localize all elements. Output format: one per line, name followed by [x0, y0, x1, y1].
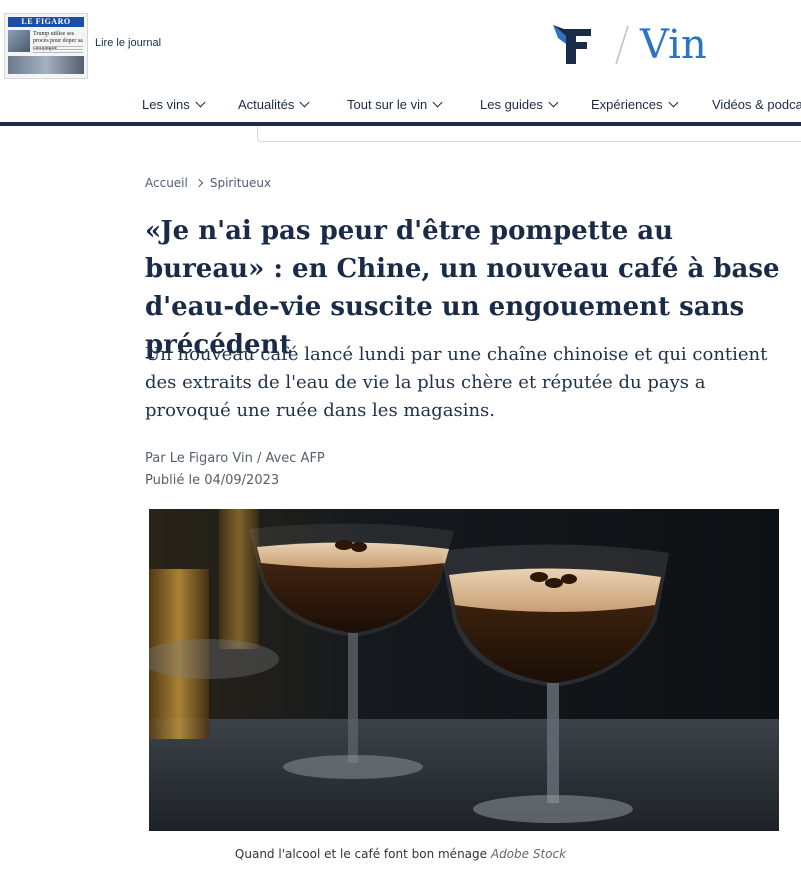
newspaper-cover-thumbnail[interactable]: LE FIGARO Trump utilise ses procès pour …	[4, 13, 88, 79]
read-journal-link[interactable]: Lire le journal	[95, 37, 161, 49]
chevron-down-icon	[299, 97, 310, 108]
nav-item-les-vins[interactable]: Les vins	[142, 92, 206, 118]
chevron-down-icon	[432, 97, 443, 108]
nav-item-experiences[interactable]: Expériences	[591, 92, 678, 118]
image-credit: Adobe Stock	[490, 847, 567, 861]
cover-text-lines	[33, 46, 83, 54]
chevron-right-icon	[194, 178, 204, 188]
chevron-down-icon	[195, 97, 206, 108]
breadcrumb-home[interactable]: Accueil	[145, 176, 188, 190]
cover-photo	[8, 30, 30, 52]
brand-logo[interactable]: Vin	[550, 18, 720, 70]
newspaper-masthead: LE FIGARO	[8, 17, 84, 27]
nav-item-tout-sur-le-vin[interactable]: Tout sur le vin	[347, 92, 443, 118]
chevron-down-icon	[668, 97, 678, 108]
breadcrumb: Accueil Spiritueux	[145, 176, 271, 190]
dropdown-panel-edge	[257, 126, 801, 142]
main-nav: Les vins Actualités Tout sur le vin Les …	[0, 92, 801, 120]
nav-item-les-guides[interactable]: Les guides	[480, 92, 559, 118]
site-header: LE FIGARO Trump utilise ses procès pour …	[0, 0, 801, 142]
cover-photo-bottom	[8, 56, 84, 74]
breadcrumb-section[interactable]: Spiritueux	[210, 176, 271, 190]
espresso-martini-photo	[149, 509, 779, 831]
chevron-down-icon	[548, 97, 559, 108]
article-image	[149, 509, 779, 831]
section-title: Vin	[640, 22, 707, 68]
article-standfirst: Un nouveau café lancé lundi par une chaî…	[145, 344, 768, 421]
article-byline: Par Le Figaro Vin / Avec AFP	[145, 451, 325, 466]
figaro-f-logo-icon	[553, 25, 591, 64]
nav-item-videos-podcasts[interactable]: Vidéos & podca	[712, 92, 801, 118]
image-caption: Quand l'alcool et le café font bon ménag…	[0, 847, 801, 861]
caption-text: Quand l'alcool et le café font bon ménag…	[234, 847, 488, 861]
brand-divider	[615, 25, 629, 65]
nav-item-actualites[interactable]: Actualités	[238, 92, 310, 118]
article-published-date: Publié le 04/09/2023	[145, 473, 280, 488]
